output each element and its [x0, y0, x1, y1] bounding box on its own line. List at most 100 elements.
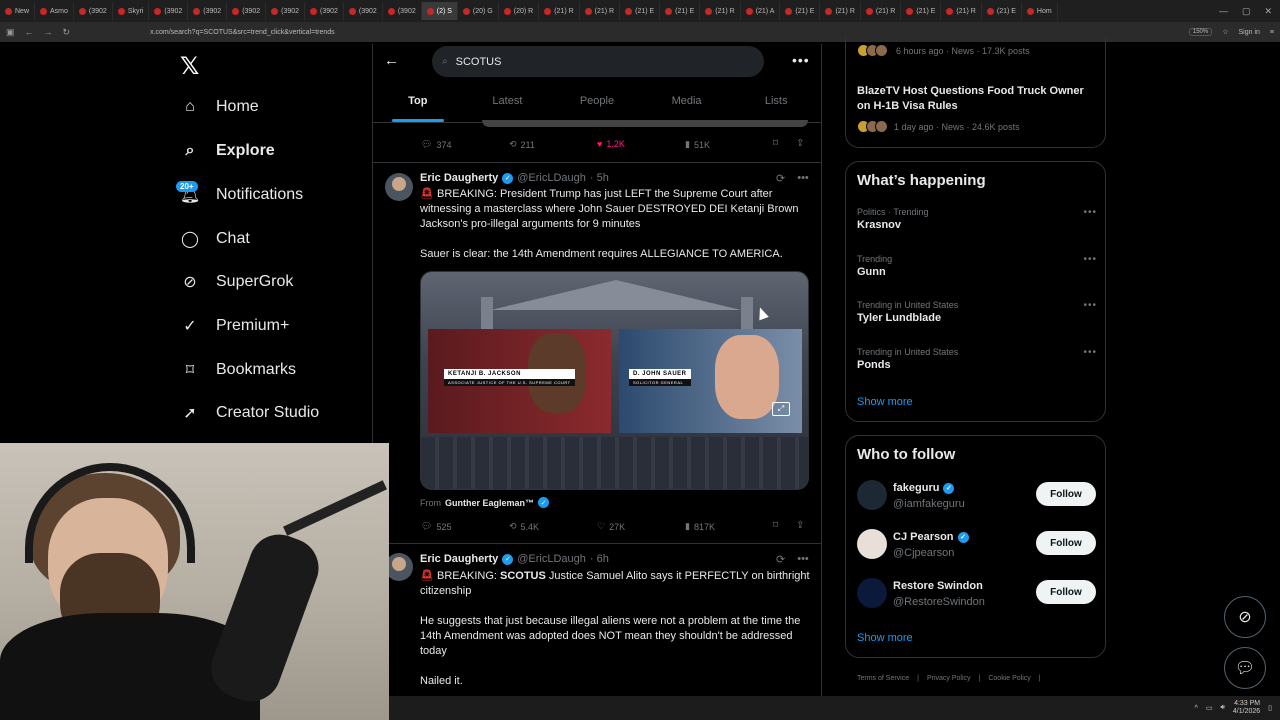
like-button[interactable]: ♡ 27K: [597, 521, 625, 532]
signin-button[interactable]: Sign in: [1239, 29, 1260, 36]
nav-item-notifications[interactable]: 🔔︎ Notifications: [180, 185, 303, 205]
bookmark-button[interactable]: ⌑: [773, 138, 778, 149]
search-input[interactable]: ⌕ SCOTUS: [432, 46, 764, 77]
zoom-indicator[interactable]: 150%: [1188, 28, 1213, 36]
previous-tweet-media[interactable]: [482, 120, 808, 127]
grok-icon[interactable]: ⟳: [776, 172, 785, 185]
sidebar-toggle-icon[interactable]: ▣: [6, 27, 15, 38]
grok-icon[interactable]: ⟳: [776, 553, 785, 566]
maximize-icon[interactable]: ▢: [1242, 6, 1251, 17]
tweet-time[interactable]: · 5h: [590, 172, 609, 184]
follow-button[interactable]: Follow: [1036, 482, 1096, 506]
author-handle[interactable]: @EricLDaugh: [517, 172, 586, 184]
show-more-link[interactable]: Show more: [857, 632, 913, 644]
avatar[interactable]: [385, 553, 413, 581]
browser-tab[interactable]: (21) R: [700, 2, 741, 20]
tweet-time[interactable]: · 6h: [590, 553, 609, 565]
browser-tab[interactable]: (3902: [383, 2, 422, 20]
tab-lists[interactable]: Lists: [731, 88, 821, 122]
clock[interactable]: 4:33 PM 4/1/2026: [1233, 700, 1260, 716]
tab-people[interactable]: People: [552, 88, 642, 122]
author-name[interactable]: Eric Daugherty: [420, 172, 498, 184]
more-icon[interactable]: •••: [797, 172, 809, 185]
share-button[interactable]: ⇪: [796, 520, 804, 531]
avatar[interactable]: [857, 480, 887, 510]
reply-button[interactable]: 💬︎ 525: [421, 521, 451, 532]
avatar[interactable]: [857, 578, 887, 608]
tab-latest[interactable]: Latest: [463, 88, 553, 122]
repost-button[interactable]: ⟲ 211: [509, 139, 535, 150]
tab-top[interactable]: Top: [373, 88, 463, 122]
browser-tab[interactable]: (21) E: [982, 2, 1022, 20]
more-icon[interactable]: •••: [1083, 347, 1097, 358]
tray-chevron-icon[interactable]: ^: [1195, 705, 1198, 712]
browser-tab[interactable]: (21) E: [660, 2, 701, 20]
back-icon[interactable]: ←: [25, 27, 34, 37]
browser-tab[interactable]: (3902: [344, 2, 383, 20]
follow-suggestion[interactable]: Restore Swindon @RestoreSwindon Follow: [857, 578, 1097, 612]
chat-float-button[interactable]: 💬︎: [1224, 647, 1266, 689]
volume-icon[interactable]: 🔊︎: [1220, 704, 1224, 712]
minimize-icon[interactable]: —: [1219, 6, 1228, 17]
browser-tab[interactable]: (3902: [305, 2, 344, 20]
author-handle[interactable]: @EricLDaugh: [517, 553, 586, 565]
menu-icon[interactable]: ≡: [1270, 29, 1274, 36]
more-icon[interactable]: •••: [797, 553, 809, 566]
more-icon[interactable]: •••: [1083, 300, 1097, 311]
browser-tab[interactable]: (21) R: [941, 2, 982, 20]
url-field[interactable]: x.com/search?q=SCOTUS&src=trend_click&ve…: [150, 29, 335, 36]
from-account[interactable]: Gunther Eagleman™: [445, 498, 534, 508]
footer-link[interactable]: Terms of Service: [857, 675, 909, 682]
network-icon[interactable]: ▭: [1206, 704, 1213, 712]
follow-button[interactable]: Follow: [1036, 580, 1096, 604]
news-item[interactable]: 6 hours ago · News · 17.3K posts: [857, 44, 1030, 57]
trend-item[interactable]: Trending in United States Ponds •••: [857, 347, 1097, 371]
browser-tab[interactable]: (2) S: [421, 2, 458, 20]
follow-suggestion[interactable]: CJ Pearson ✓ @Cjpearson Follow: [857, 529, 1097, 563]
browser-tab[interactable]: (3902: [74, 2, 113, 20]
expand-icon[interactable]: ⤢: [772, 402, 790, 416]
reply-button[interactable]: 💬︎ 374: [421, 139, 451, 150]
nav-item-chat[interactable]: ◯ Chat: [180, 229, 250, 249]
tab-media[interactable]: Media: [642, 88, 732, 122]
repost-button[interactable]: ⟲ 5.4K: [509, 521, 539, 532]
more-icon[interactable]: •••: [1083, 254, 1097, 265]
browser-tab[interactable]: (21) A: [741, 2, 781, 20]
trend-item[interactable]: Trending in United States Tyler Lundblade…: [857, 300, 1097, 324]
close-icon[interactable]: ✕: [1264, 6, 1272, 17]
browser-tab[interactable]: Hom: [1022, 2, 1058, 20]
browser-tab[interactable]: Skyri: [113, 2, 150, 20]
browser-tab[interactable]: (3902: [266, 2, 306, 20]
browser-tab[interactable]: (21) R: [539, 2, 580, 20]
like-button[interactable]: ♥ 1.2K: [597, 139, 625, 149]
nav-item-supergrok[interactable]: ⊘ SuperGrok: [180, 272, 293, 292]
browser-tab[interactable]: (21) R: [580, 2, 621, 20]
footer-link[interactable]: Cookie Policy: [988, 675, 1030, 682]
show-more-link[interactable]: Show more: [857, 396, 913, 408]
bookmark-button[interactable]: ⌑: [773, 520, 778, 531]
views-button[interactable]: ▮ 51K: [685, 139, 710, 150]
nav-item-home[interactable]: ⌂ Home: [180, 97, 259, 117]
forward-icon[interactable]: →: [44, 27, 53, 37]
browser-tab[interactable]: (3902: [188, 2, 228, 20]
author-name[interactable]: Eric Daugherty: [420, 553, 498, 565]
grok-float-button[interactable]: ⊘: [1224, 596, 1266, 638]
browser-tab[interactable]: (21) E: [620, 2, 661, 20]
footer-link[interactable]: Privacy Policy: [927, 675, 971, 682]
nav-item-explore[interactable]: ⌕ Explore: [180, 141, 275, 161]
browser-tab[interactable]: (21) E: [901, 2, 942, 20]
browser-tab[interactable]: (3902: [149, 2, 189, 20]
back-arrow-icon[interactable]: ←: [384, 52, 399, 69]
browser-tab[interactable]: New: [0, 2, 36, 20]
follow-suggestion[interactable]: fakeguru ✓ @iamfakeguru Follow: [857, 480, 1097, 514]
avatar[interactable]: [857, 529, 887, 559]
tweet-video[interactable]: KETANJI B. JACKSON ASSOCIATE JUSTICE OF …: [420, 271, 809, 490]
nav-item-bookmarks[interactable]: ⌑ Bookmarks: [180, 360, 296, 380]
browser-tab[interactable]: (20) R: [499, 2, 540, 20]
star-icon[interactable]: ☆: [1222, 28, 1228, 36]
browser-tab[interactable]: (3902: [227, 2, 267, 20]
more-icon[interactable]: •••: [1083, 207, 1097, 218]
trend-item[interactable]: Politics · Trending Krasnov •••: [857, 207, 1097, 231]
browser-tab[interactable]: (21) E: [780, 2, 821, 20]
avatar[interactable]: [385, 173, 413, 201]
